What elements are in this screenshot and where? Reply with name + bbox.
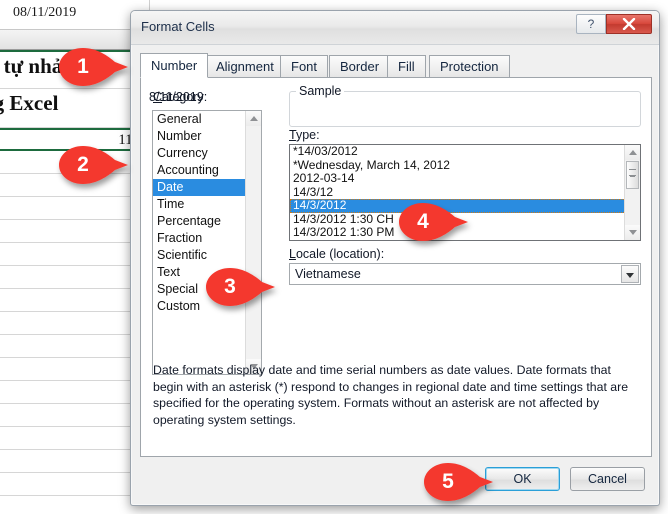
close-button[interactable] <box>606 14 652 34</box>
callout-marker-5: 5 <box>423 462 495 502</box>
sample-group: Sample <box>289 84 641 127</box>
tab-font[interactable]: Font <box>280 55 329 77</box>
dialog-titlebar[interactable]: Format Cells ? <box>131 11 659 45</box>
callout-number: 1 <box>77 55 89 78</box>
tab-fill[interactable]: Fill <box>387 55 426 77</box>
dialog-title: Format Cells <box>141 19 215 34</box>
category-listbox[interactable]: General Number Currency Accounting Date … <box>152 110 262 375</box>
callout-marker-1: 1 <box>58 47 130 87</box>
cancel-button[interactable]: Cancel <box>570 467 645 491</box>
sample-value: 8/11/2019 <box>149 90 204 104</box>
type-item-1[interactable]: *Wednesday, March 14, 2012 <box>290 158 640 173</box>
format-cells-dialog: Format Cells ? Number Alignment Font Bor… <box>130 10 660 506</box>
close-icon <box>622 18 636 30</box>
sheet-title-line2: ng Excel <box>0 91 59 115</box>
callout-marker-3: 3 <box>205 267 277 307</box>
chevron-down-icon[interactable] <box>621 265 639 283</box>
locale-combobox[interactable]: Vietnamese <box>289 263 641 285</box>
scroll-down-arrow-icon[interactable] <box>625 225 640 240</box>
excel-formula-bar: 08/11/2019 <box>0 0 150 30</box>
category-scrollbar[interactable] <box>245 111 261 374</box>
callout-marker-2: 2 <box>58 145 130 185</box>
locale-label: Locale (location): <box>289 247 385 261</box>
type-scrollbar[interactable] <box>624 145 640 240</box>
callout-number: 4 <box>417 210 429 233</box>
callout-marker-4: 4 <box>398 202 470 242</box>
locale-value: Vietnamese <box>295 267 361 281</box>
tab-number[interactable]: Number <box>140 53 209 78</box>
format-description: Date formats display date and time seria… <box>153 363 629 427</box>
type-item-0[interactable]: *14/03/2012 <box>290 145 640 159</box>
type-item-3[interactable]: 14/3/12 <box>290 185 640 200</box>
scroll-up-arrow-icon[interactable] <box>246 111 261 126</box>
scroll-up-arrow-icon[interactable] <box>625 145 640 160</box>
type-item-2[interactable]: 2012-03-14 <box>290 171 640 186</box>
callout-number: 5 <box>442 470 454 493</box>
type-label: Type: <box>289 128 320 142</box>
scrollbar-thumb[interactable] <box>626 161 639 189</box>
formula-bar-value: 08/11/2019 <box>13 5 77 20</box>
sample-label: Sample <box>296 84 345 98</box>
tab-alignment[interactable]: Alignment <box>205 55 285 77</box>
ok-button[interactable]: OK <box>485 467 560 491</box>
help-button[interactable]: ? <box>576 14 606 34</box>
question-mark-icon: ? <box>587 17 595 31</box>
callout-number: 2 <box>77 153 89 176</box>
tab-border[interactable]: Border <box>329 55 391 77</box>
callout-number: 3 <box>224 275 236 298</box>
tab-protection[interactable]: Protection <box>429 55 510 77</box>
dialog-tabs: Number Alignment Font Border Fill Protec… <box>140 53 652 78</box>
